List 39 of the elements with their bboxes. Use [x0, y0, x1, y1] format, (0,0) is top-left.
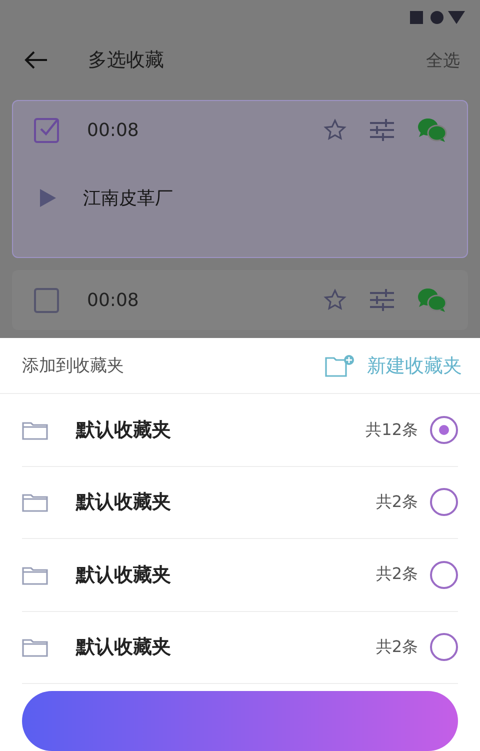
item-count: 共2条 [376, 492, 418, 513]
chat-bubbles-icon[interactable] [417, 117, 447, 143]
folder-icon [22, 637, 48, 658]
radio-button[interactable] [430, 416, 458, 444]
item-count: 共2条 [376, 564, 418, 586]
recording-card[interactable]: 00:08 江南皮革厂 [12, 100, 468, 258]
folder-icon [22, 492, 48, 512]
sliders-icon[interactable] [369, 118, 395, 142]
page-title: 多选收藏 [88, 48, 165, 73]
folder-row[interactable]: 默认收藏夹 共2条 [22, 612, 458, 684]
chat-bubbles-icon[interactable] [417, 287, 447, 313]
star-icon[interactable] [323, 118, 347, 142]
duration-text: 00:08 [87, 120, 140, 140]
folder-name: 默认收藏夹 [76, 490, 172, 516]
item-count: 共12条 [366, 420, 418, 441]
radio-button[interactable] [430, 488, 458, 516]
folder-plus-icon [325, 354, 355, 378]
duration-text: 00:08 [87, 290, 140, 310]
checkbox[interactable] [33, 286, 61, 314]
folder-row[interactable]: 默认收藏夹 共2条 [22, 466, 458, 540]
folder-name: 默认收藏夹 [76, 635, 172, 660]
recording-card[interactable]: 00:08 [12, 270, 468, 330]
radio-button[interactable] [430, 560, 458, 589]
back-arrow-icon[interactable] [24, 50, 48, 70]
song-title: 江南皮革厂 [83, 187, 173, 210]
radio-button[interactable] [430, 633, 458, 662]
sliders-icon[interactable] [369, 288, 395, 312]
checkbox[interactable] [33, 116, 61, 144]
folder-row[interactable]: 默认收藏夹 共2条 [22, 539, 458, 612]
item-count: 共2条 [376, 636, 418, 658]
sheet-title: 添加到收藏夹 [22, 355, 125, 378]
folder-name: 默认收藏夹 [76, 562, 172, 588]
folder-icon [22, 564, 48, 585]
star-icon[interactable] [323, 288, 347, 312]
folder-name: 默认收藏夹 [76, 418, 172, 444]
play-icon[interactable] [39, 188, 57, 208]
folder-icon [22, 420, 48, 440]
folder-row[interactable]: 默认收藏夹 共12条 [22, 394, 458, 467]
status-icons [410, 9, 466, 25]
